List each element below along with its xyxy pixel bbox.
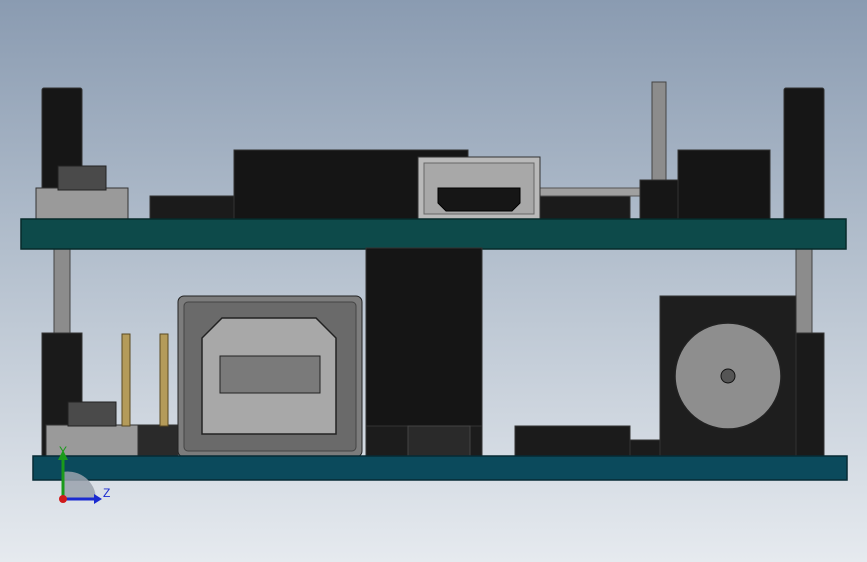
header-pin-1 xyxy=(121,333,131,427)
z-axis-label: Z xyxy=(103,486,110,500)
top-pcb-board xyxy=(20,218,847,250)
top-right-black-block xyxy=(677,149,771,221)
top-post-base xyxy=(639,179,681,221)
top-left-button-base xyxy=(35,187,129,221)
top-gray-rail xyxy=(539,187,641,197)
y-axis-label: Y xyxy=(59,444,67,458)
bottom-left-dark-pad xyxy=(137,424,179,458)
top-right-tall-header xyxy=(783,87,825,221)
usb-b-port xyxy=(177,295,363,458)
right-standoff-post xyxy=(795,247,813,339)
hdmi-port xyxy=(417,156,541,221)
center-black-column xyxy=(365,247,483,427)
triad-origin xyxy=(59,495,67,503)
board-assembly-side-view: Y Z xyxy=(20,81,848,504)
barrel-jack-pin xyxy=(720,368,736,384)
top-small-connector-2 xyxy=(537,195,631,221)
cad-viewport[interactable]: Y Z xyxy=(0,0,867,562)
bottom-right-connector xyxy=(514,425,631,458)
z-axis-arrow-icon xyxy=(94,494,102,504)
top-left-button-cap xyxy=(57,165,107,191)
hdmi-port-opening xyxy=(437,187,521,212)
bottom-pcb-board xyxy=(32,455,848,481)
usb-b-port-tongue xyxy=(219,355,321,394)
bottom-thin-rail xyxy=(629,439,661,458)
header-pin-2 xyxy=(159,333,169,427)
bottom-left-button-cap xyxy=(67,401,117,427)
top-thin-antenna-post xyxy=(651,81,667,183)
top-small-connector xyxy=(149,195,237,221)
left-standoff-post xyxy=(53,247,71,339)
barrel-jack xyxy=(659,295,797,458)
center-bottom-cylinder xyxy=(407,425,471,458)
